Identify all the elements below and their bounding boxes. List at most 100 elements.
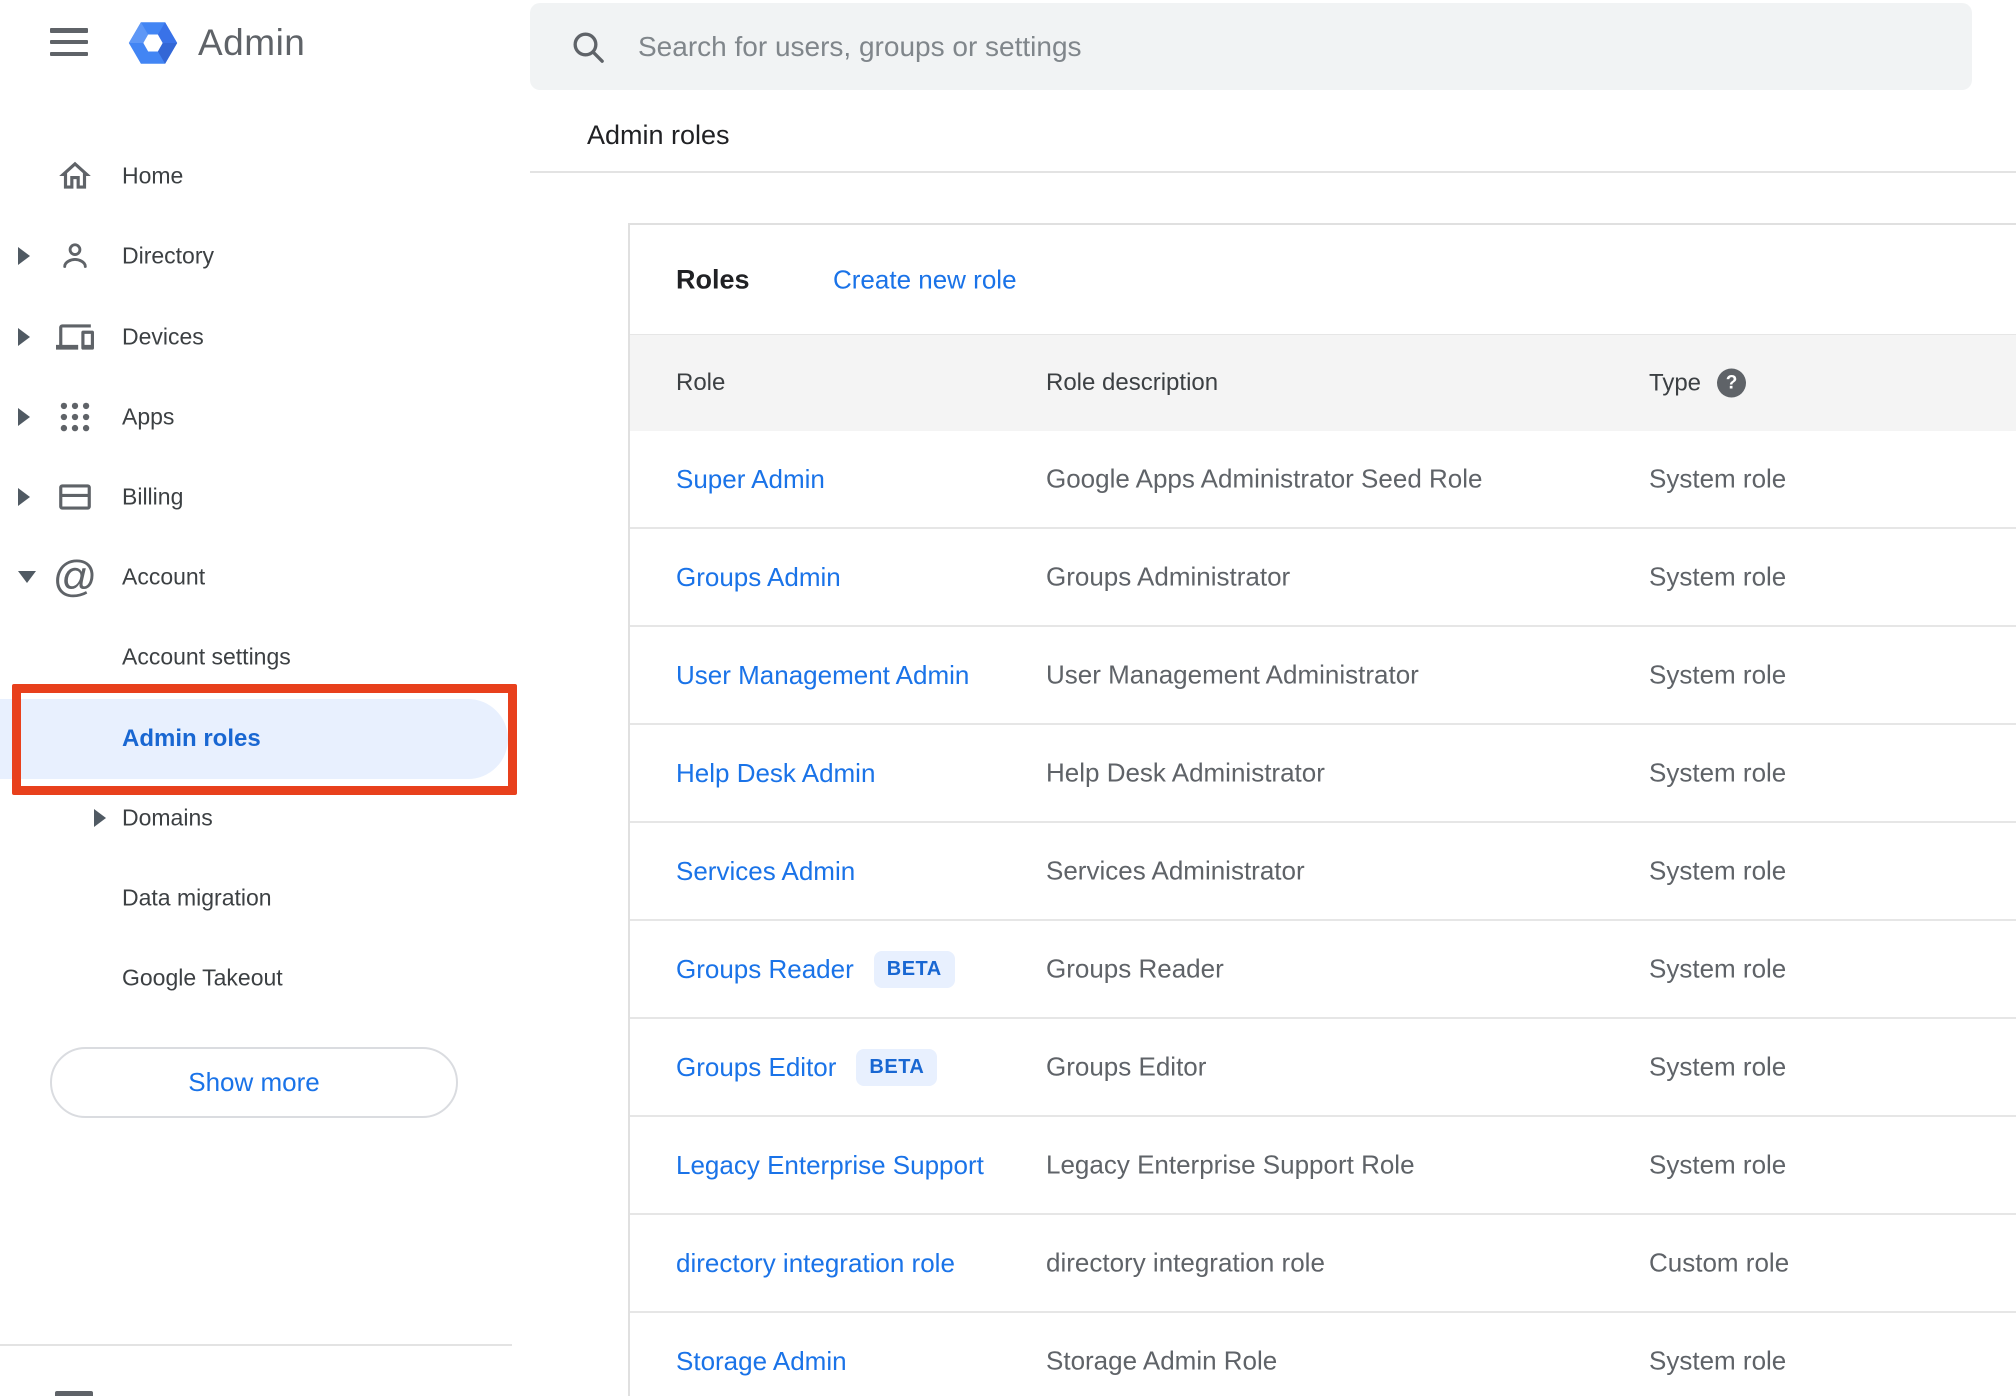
sidebar-item-label: Google Takeout xyxy=(122,964,283,991)
sidebar-item-label: Domains xyxy=(122,804,213,831)
role-cell: Help Desk Admin xyxy=(676,725,875,821)
role-cell: Legacy Enterprise Support xyxy=(676,1117,984,1213)
role-link[interactable]: directory integration role xyxy=(676,1248,955,1279)
sidebar-item-billing[interactable]: Billing xyxy=(0,457,530,537)
role-cell: Super Admin xyxy=(676,431,825,527)
breadcrumb: Admin roles xyxy=(587,120,730,150)
table-row: Services Admin Services Administrator Sy… xyxy=(630,823,2016,921)
role-link[interactable]: Super Admin xyxy=(676,464,825,495)
sidebar-item-label: Account settings xyxy=(122,643,291,670)
roles-card: Roles Create new role Role Role descript… xyxy=(628,223,2016,1396)
chevron-right-icon[interactable] xyxy=(18,488,30,506)
table-row: Storage Admin Storage Admin Role System … xyxy=(630,1313,2016,1396)
chevron-right-icon[interactable] xyxy=(18,328,30,346)
sidebar-item-account-settings[interactable]: Account settings xyxy=(0,617,530,697)
role-description-cell: Legacy Enterprise Support Role xyxy=(1046,1149,1415,1180)
main-content: Search for users, groups or settings Adm… xyxy=(530,0,2016,1396)
help-icon[interactable]: ? xyxy=(1717,368,1747,398)
apps-grid-icon xyxy=(54,396,96,438)
sidebar-item-account[interactable]: @ Account xyxy=(0,537,530,617)
role-link[interactable]: Help Desk Admin xyxy=(676,758,875,789)
role-type-cell: System role xyxy=(1649,659,1787,690)
chevron-right-icon[interactable] xyxy=(94,809,106,827)
sidebar-item-label: Billing xyxy=(122,483,184,510)
sidebar-item-google-takeout[interactable]: Google Takeout xyxy=(0,938,530,1018)
roles-table-body: Super Admin Google Apps Administrator Se… xyxy=(630,431,2016,1396)
hamburger-menu-icon[interactable] xyxy=(50,28,90,56)
show-more-label: Show more xyxy=(188,1067,320,1097)
sidebar-divider xyxy=(0,1344,512,1346)
role-type-cell: System role xyxy=(1649,463,1787,494)
column-header-type: Type ? xyxy=(1649,368,1747,398)
table-row: Groups Editor BETA Groups Editor System … xyxy=(630,1019,2016,1117)
sidebar-item-label: Directory xyxy=(122,242,215,269)
sidebar-item-data-migration[interactable]: Data migration xyxy=(0,858,530,938)
role-type-cell: System role xyxy=(1649,1345,1787,1376)
role-type-cell: System role xyxy=(1649,561,1787,592)
table-row: directory integration role directory int… xyxy=(630,1215,2016,1313)
role-cell: Groups Admin xyxy=(676,529,841,625)
role-description-cell: Google Apps Administrator Seed Role xyxy=(1046,463,1483,494)
role-type-cell: System role xyxy=(1649,1051,1787,1082)
card-title: Roles xyxy=(676,264,750,294)
table-row: Legacy Enterprise Support Legacy Enterpr… xyxy=(630,1117,2016,1215)
role-cell: User Management Admin xyxy=(676,627,969,723)
admin-console-page: Admin Home Directory Devices Apps Billin… xyxy=(0,0,2016,1396)
role-link[interactable]: Legacy Enterprise Support xyxy=(676,1150,984,1181)
roles-card-header: Roles Create new role xyxy=(630,225,2016,334)
role-link[interactable]: Storage Admin xyxy=(676,1346,847,1377)
role-type-cell: System role xyxy=(1649,1149,1787,1180)
chevron-right-icon[interactable] xyxy=(18,247,30,265)
sidebar-item-domains[interactable]: Domains xyxy=(0,778,530,858)
at-sign-icon: @ xyxy=(52,552,98,601)
table-header-row: Role Role description Type ? xyxy=(630,334,2016,431)
sidebar-item-admin-roles[interactable]: Admin roles xyxy=(0,699,508,779)
home-icon xyxy=(54,155,96,197)
role-description-cell: Help Desk Administrator xyxy=(1046,757,1325,788)
role-link[interactable]: User Management Admin xyxy=(676,660,969,691)
role-link[interactable]: Groups Reader xyxy=(676,954,854,985)
sidebar-header: Admin xyxy=(0,0,530,90)
sidebar: Admin Home Directory Devices Apps Billin… xyxy=(0,0,530,1396)
role-type-cell: Custom role xyxy=(1649,1247,1790,1278)
create-new-role-link[interactable]: Create new role xyxy=(833,264,1017,295)
chevron-down-icon[interactable] xyxy=(18,571,36,583)
role-link[interactable]: Services Admin xyxy=(676,856,855,887)
sidebar-item-apps[interactable]: Apps xyxy=(0,377,530,457)
role-cell: Storage Admin xyxy=(676,1313,847,1396)
beta-badge: BETA xyxy=(873,950,955,988)
search-input[interactable]: Search for users, groups or settings xyxy=(638,31,1082,63)
role-cell: Groups Editor BETA xyxy=(676,1019,938,1115)
role-description-cell: User Management Administrator xyxy=(1046,659,1419,690)
credit-card-icon xyxy=(54,476,96,518)
role-description-cell: Groups Reader xyxy=(1046,953,1224,984)
sidebar-item-label: Admin roles xyxy=(122,725,261,752)
table-row: Groups Admin Groups Administrator System… xyxy=(630,529,2016,627)
admin-hexagon-icon xyxy=(128,22,178,64)
chevron-right-icon[interactable] xyxy=(18,408,30,426)
role-cell: Groups Reader BETA xyxy=(676,921,955,1017)
admin-logo: Admin xyxy=(124,14,305,72)
sidebar-item-home[interactable]: Home xyxy=(0,136,530,216)
role-cell: directory integration role xyxy=(676,1215,955,1311)
role-link[interactable]: Groups Admin xyxy=(676,562,841,593)
role-cell: Services Admin xyxy=(676,823,855,919)
show-more-button[interactable]: Show more xyxy=(50,1047,458,1118)
role-type-cell: System role xyxy=(1649,855,1787,886)
search-icon xyxy=(573,32,604,63)
role-description-cell: Services Administrator xyxy=(1046,855,1305,886)
partial-bottom-icon xyxy=(55,1391,93,1396)
table-row: Super Admin Google Apps Administrator Se… xyxy=(630,431,2016,529)
sidebar-item-directory[interactable]: Directory xyxy=(0,216,530,296)
column-header-role: Role xyxy=(676,369,726,396)
sidebar-item-label: Account xyxy=(122,563,206,590)
sidebar-item-devices[interactable]: Devices xyxy=(0,297,530,377)
column-header-role-description: Role description xyxy=(1046,369,1219,396)
app-title: Admin xyxy=(198,22,306,63)
devices-icon xyxy=(54,316,96,358)
search-bar[interactable]: Search for users, groups or settings xyxy=(530,3,1972,90)
sidebar-item-label: Devices xyxy=(122,323,204,350)
beta-badge: BETA xyxy=(856,1048,938,1086)
role-link[interactable]: Groups Editor xyxy=(676,1052,836,1083)
role-type-cell: System role xyxy=(1649,757,1787,788)
